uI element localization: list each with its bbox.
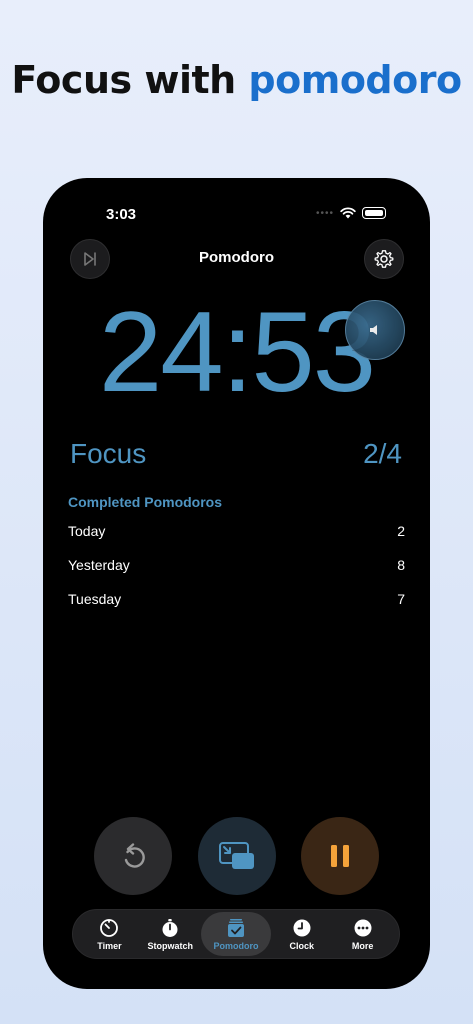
tab-timer[interactable]: Timer: [79, 912, 140, 956]
tab-bar: Timer Stopwatch Pomodoro Clock More: [72, 909, 400, 959]
stats-row-today: Today 2: [68, 523, 405, 539]
reset-button[interactable]: [94, 817, 172, 895]
tab-pomodoro[interactable]: Pomodoro: [200, 912, 272, 956]
tab-label: More: [351, 940, 374, 951]
pause-icon: [331, 845, 349, 867]
picture-in-picture-icon: [219, 842, 254, 869]
signal-dots-icon: ••••: [315, 207, 334, 219]
session-label: Focus: [70, 438, 147, 469]
tab-clock[interactable]: Clock: [271, 912, 332, 956]
speaker-icon: [370, 325, 377, 335]
stats-row-yesterday: Yesterday 8: [68, 557, 405, 573]
stats-row-tuesday: Tuesday 7: [68, 591, 405, 607]
stats-row-label: Yesterday: [68, 557, 130, 573]
tab-label: Clock: [289, 940, 315, 951]
tab-more[interactable]: More: [332, 912, 393, 956]
tab-stopwatch[interactable]: Stopwatch: [140, 912, 201, 956]
wifi-icon: [340, 207, 356, 219]
pause-button[interactable]: [301, 817, 379, 895]
picture-in-picture-button[interactable]: [198, 817, 276, 895]
pomodoro-icon: [228, 918, 245, 937]
phone-screen: 3:03 •••• Pomodoro 24:53 Focus 2/4 Compl…: [43, 178, 430, 989]
status-icons: ••••: [316, 207, 386, 219]
tab-label: Timer: [97, 940, 122, 951]
stats-row-value: 2: [397, 523, 405, 539]
stats-row-value: 7: [397, 591, 405, 607]
tab-label: Pomodoro: [213, 940, 259, 951]
battery-icon: [362, 207, 386, 219]
settings-button[interactable]: [364, 239, 404, 279]
gear-icon: [374, 250, 394, 268]
clock-icon: [293, 919, 311, 936]
headline-accent: pomodoro: [248, 58, 462, 102]
tab-label: Stopwatch: [147, 940, 194, 951]
more-icon: [354, 919, 372, 936]
stats-row-value: 8: [397, 557, 405, 573]
session-count: 2/4: [363, 438, 402, 469]
sound-button[interactable]: [345, 300, 405, 360]
stats-row-label: Tuesday: [68, 591, 122, 607]
timer-icon: [100, 918, 119, 937]
stats-title: Completed Pomodoros: [68, 494, 223, 510]
headline: Focus with pomodoro: [0, 58, 473, 102]
reset-icon: [124, 843, 145, 868]
headline-prefix: Focus with: [11, 58, 249, 102]
stats-row-label: Today: [68, 523, 106, 539]
stopwatch-icon: [162, 918, 178, 937]
status-time: 3:03: [106, 206, 137, 223]
